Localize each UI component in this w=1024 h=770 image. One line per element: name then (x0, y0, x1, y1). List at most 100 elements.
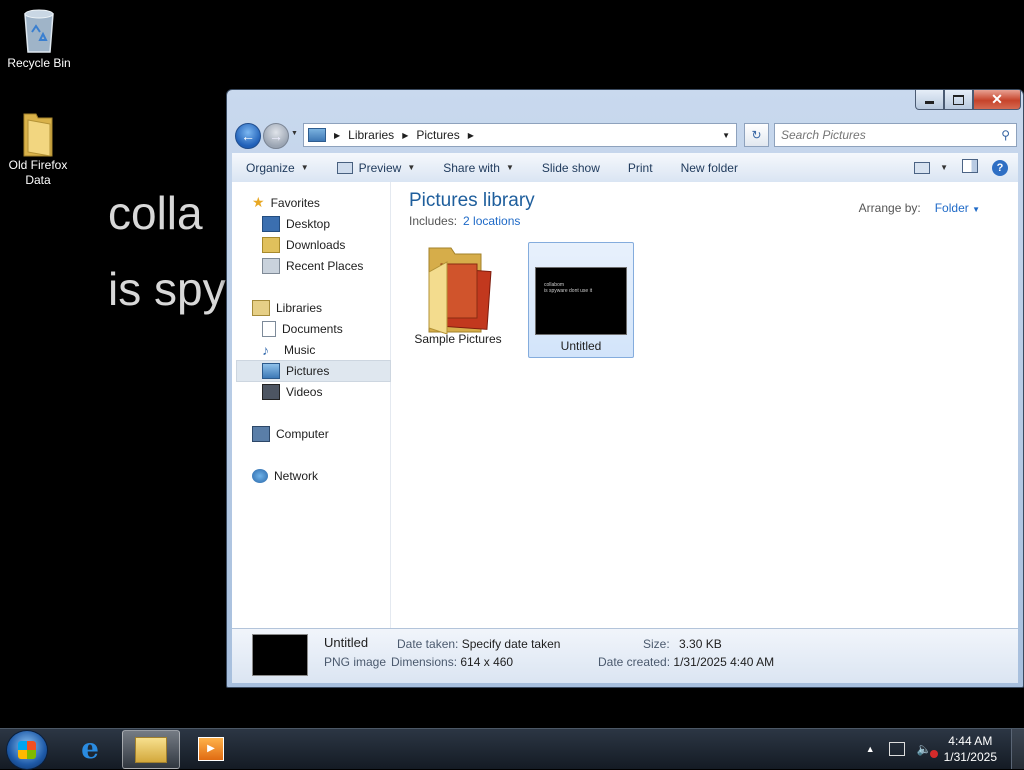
date-taken-label: Date taken: (397, 637, 459, 651)
recent-pages-dropdown-icon[interactable]: ▼ (291, 130, 298, 137)
maximize-button[interactable] (944, 90, 973, 110)
videos-icon (262, 383, 280, 400)
forward-button[interactable]: → (263, 123, 289, 149)
address-dropdown-icon[interactable]: ▼ (722, 131, 730, 140)
search-box[interactable]: ⚲ (774, 123, 1017, 147)
nav-downloads[interactable]: Downloads (262, 234, 345, 255)
size-value: 3.30 KB (679, 637, 722, 651)
downloads-folder-icon (262, 236, 280, 253)
date-taken-value[interactable]: Specify date taken (462, 637, 561, 651)
nav-network[interactable]: Network (252, 465, 318, 486)
slide-show-button[interactable]: Slide show (528, 161, 614, 175)
content-area: ★ Favorites Desktop Downloads Recent Plac… (232, 182, 1018, 629)
nav-recent-places[interactable]: Recent Places (262, 255, 363, 276)
details-date-created: Date created: 1/31/2025 4:40 AM (598, 655, 774, 669)
preview-button[interactable]: Preview ▼ (323, 161, 430, 175)
desktop-icon-label: Recycle Bin (7, 56, 71, 70)
details-file-type: PNG image (324, 655, 387, 669)
date-created-label: Date created: (598, 655, 671, 669)
volume-muted-icon[interactable]: 🔈 (917, 742, 938, 758)
minimize-button[interactable] (915, 90, 944, 110)
nav-libraries[interactable]: Libraries (252, 297, 322, 318)
back-button[interactable]: ← (235, 123, 261, 149)
refresh-icon: ↻ (751, 128, 762, 142)
close-button[interactable]: ✕ (973, 90, 1021, 110)
desktop-icon-label: Old Firefox Data (8, 158, 68, 187)
file-item-sample-pictures[interactable]: Sample Pictures (406, 242, 510, 356)
nav-music[interactable]: ♪ Music (262, 339, 315, 360)
slide-show-label: Slide show (541, 160, 600, 175)
explorer-window: ✕ ← → ▼ ▶ Libraries ▶ Pictures ▶ ▼ ↻ ⚲ O… (226, 89, 1024, 688)
nav-documents[interactable]: Documents (262, 318, 343, 339)
details-size: Size: 3.30 KB (643, 637, 722, 651)
desktop-icon-recycle-bin[interactable]: Recycle Bin (1, 8, 77, 70)
nav-label: Recent Places (286, 258, 364, 273)
nav-label: Pictures (286, 363, 330, 378)
search-input[interactable] (775, 127, 1002, 143)
taskbar-windows-explorer[interactable] (122, 730, 180, 769)
nav-label: Music (284, 342, 316, 357)
desktop-background-text-line-1: colla (108, 187, 203, 239)
breadcrumb-libraries[interactable]: Libraries (348, 128, 394, 142)
preview-icon (336, 161, 353, 174)
thumbnail-text-line-2: is spyware dont use it (544, 288, 593, 294)
nav-label: Downloads (286, 237, 346, 252)
size-label: Size: (643, 637, 670, 651)
pictures-library-icon (308, 128, 326, 142)
show-desktop-button[interactable] (1011, 729, 1024, 769)
view-icon (914, 161, 931, 174)
windows-explorer-icon (135, 736, 167, 763)
refresh-button[interactable]: ↻ (744, 123, 769, 147)
taskbar-media-player[interactable]: ▶ (183, 730, 239, 767)
dimensions-value: 614 x 460 (460, 655, 514, 669)
nav-pictures[interactable]: Pictures (262, 360, 329, 381)
help-button[interactable]: ? (992, 159, 1008, 176)
clock[interactable]: 4:44 AM 1/31/2025 (944, 733, 997, 765)
recent-places-icon (262, 257, 280, 274)
breadcrumb-separator-icon[interactable]: ▶ (402, 131, 408, 140)
documents-icon (262, 320, 276, 337)
start-button[interactable] (6, 730, 48, 770)
taskbar-internet-explorer[interactable]: e (62, 730, 118, 767)
back-arrow-icon: ← (241, 128, 255, 144)
nav-label: Favorites (270, 195, 320, 210)
nav-favorites[interactable]: ★ Favorites (252, 192, 320, 213)
show-hidden-icons-button[interactable]: ▲ (866, 744, 875, 754)
clock-date: 1/31/2025 (943, 750, 997, 764)
search-icon[interactable]: ⚲ (1001, 128, 1010, 142)
organize-button[interactable]: Organize ▼ (232, 161, 323, 175)
new-folder-label: New folder (680, 160, 738, 175)
file-name: Sample Pictures (414, 332, 502, 346)
computer-icon (252, 425, 270, 442)
help-icon: ? (992, 159, 1008, 176)
change-view-button[interactable]: ▼ (914, 161, 948, 174)
arrange-by-dropdown[interactable]: Folder ▼ (935, 201, 980, 215)
share-with-button[interactable]: Share with ▼ (429, 161, 528, 175)
network-status-icon[interactable] (888, 742, 905, 756)
nav-label: Libraries (276, 300, 323, 315)
breadcrumb-separator-icon[interactable]: ▶ (334, 131, 340, 140)
desktop-icon (262, 215, 280, 232)
breadcrumb-pictures[interactable]: Pictures (416, 128, 459, 142)
close-icon: ✕ (991, 91, 1003, 107)
preview-pane-button[interactable] (962, 159, 978, 176)
windows-logo-icon (18, 741, 36, 759)
nav-computer[interactable]: Computer (252, 423, 329, 444)
print-button[interactable]: Print (614, 161, 667, 175)
address-bar[interactable]: ▶ Libraries ▶ Pictures ▶ ▼ (303, 123, 737, 147)
chevron-down-icon: ▼ (505, 163, 514, 172)
nav-videos[interactable]: Videos (262, 381, 322, 402)
arrange-by: Arrange by: Folder ▼ (859, 201, 980, 215)
file-item-untitled[interactable]: collabom is spyware dont use it Untitled (528, 242, 634, 358)
desktop-icon-old-firefox-data[interactable]: Old Firefox Data (0, 110, 76, 188)
organize-label: Organize (246, 160, 295, 175)
breadcrumb-separator-icon[interactable]: ▶ (468, 131, 474, 140)
details-dimensions: Dimensions: 614 x 460 (391, 655, 513, 669)
nav-desktop[interactable]: Desktop (262, 213, 330, 234)
locations-link[interactable]: 2 locations (463, 214, 520, 228)
nav-label: Documents (282, 321, 343, 336)
chevron-down-icon: ▼ (940, 163, 948, 172)
recycle-bin-icon (19, 8, 59, 53)
new-folder-button[interactable]: New folder (667, 161, 752, 175)
taskbar: e ▶ ▲ 🔈 4:44 AM 1/31/2025 (0, 728, 1024, 770)
